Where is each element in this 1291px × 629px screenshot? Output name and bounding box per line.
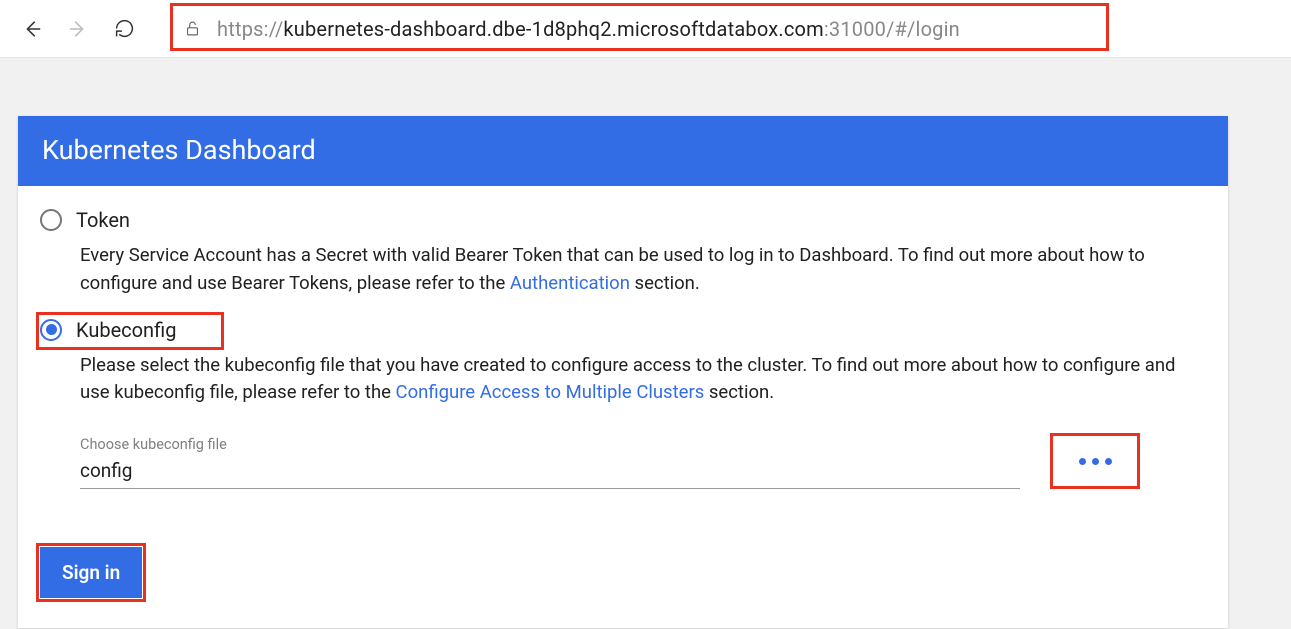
option-kubeconfig: Kubeconfig Please select the kubeconfig … xyxy=(40,318,1206,490)
url-path: :31000/#/login xyxy=(824,17,960,41)
url-scheme: https:// xyxy=(217,17,283,41)
card-title: Kubernetes Dashboard xyxy=(18,116,1228,186)
address-bar[interactable]: https://kubernetes-dashboard.dbe-1d8phq2… xyxy=(170,9,1279,49)
signin-button[interactable]: Sign in xyxy=(40,547,142,598)
option-kubeconfig-header[interactable]: Kubeconfig xyxy=(40,318,1206,342)
url-host: kubernetes-dashboard.dbe-1d8phq2.microso… xyxy=(283,17,823,41)
arrow-right-icon xyxy=(67,18,89,40)
login-card: Kubernetes Dashboard Token Every Service… xyxy=(18,116,1228,628)
back-button[interactable] xyxy=(12,9,52,49)
file-field-row: Choose kubeconfig file config xyxy=(80,433,1206,489)
option-token-desc: Every Service Account has a Secret with … xyxy=(80,242,1180,298)
file-field-label: Choose kubeconfig file xyxy=(80,436,1020,453)
authentication-link[interactable]: Authentication xyxy=(510,272,630,294)
token-desc-post: section. xyxy=(630,272,700,294)
radio-kubeconfig[interactable] xyxy=(40,319,62,341)
kubeconfig-file-field[interactable]: Choose kubeconfig file config xyxy=(80,436,1020,489)
file-field-value: config xyxy=(80,457,1020,489)
ellipsis-icon xyxy=(1079,458,1112,465)
browser-toolbar: https://kubernetes-dashboard.dbe-1d8phq2… xyxy=(0,0,1291,58)
option-kubeconfig-label: Kubeconfig xyxy=(76,318,176,342)
configure-clusters-link[interactable]: Configure Access to Multiple Clusters xyxy=(396,381,705,403)
radio-token[interactable] xyxy=(40,209,62,231)
option-token-label: Token xyxy=(76,208,130,232)
option-token-header[interactable]: Token xyxy=(40,208,1206,232)
card-body: Token Every Service Account has a Secret… xyxy=(18,186,1228,628)
refresh-icon xyxy=(114,18,135,39)
forward-button[interactable] xyxy=(58,9,98,49)
option-token: Token Every Service Account has a Secret… xyxy=(40,208,1206,298)
refresh-button[interactable] xyxy=(104,9,144,49)
url-text: https://kubernetes-dashboard.dbe-1d8phq2… xyxy=(217,17,960,41)
page-content: Kubernetes Dashboard Token Every Service… xyxy=(0,58,1291,629)
lock-icon xyxy=(184,19,201,38)
kubeconfig-desc-post: section. xyxy=(704,381,774,403)
arrow-left-icon xyxy=(21,18,43,40)
signin-row: Sign in xyxy=(40,547,142,598)
option-kubeconfig-desc: Please select the kubeconfig file that y… xyxy=(80,352,1180,408)
browse-file-button[interactable] xyxy=(1050,433,1140,489)
